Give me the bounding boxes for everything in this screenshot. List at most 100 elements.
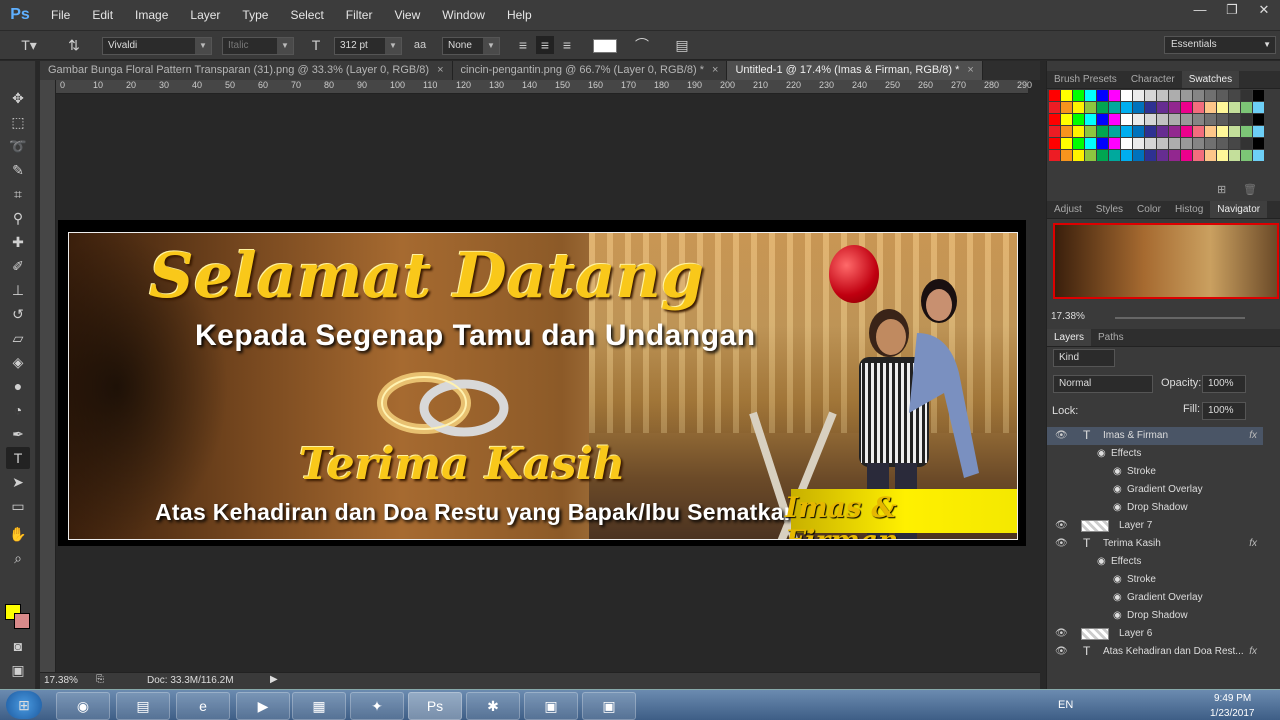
swatch-cell[interactable] xyxy=(1240,113,1252,125)
layer-row[interactable]: ◉ Gradient Overlay xyxy=(1047,481,1263,499)
swatch-cell[interactable] xyxy=(1156,89,1168,101)
swatch-cell[interactable] xyxy=(1120,113,1132,125)
tab-character[interactable]: Character xyxy=(1124,71,1182,88)
align-center-icon[interactable]: ≡ xyxy=(536,36,554,54)
swatch-cell[interactable] xyxy=(1072,125,1084,137)
swatch-cell[interactable] xyxy=(1204,149,1216,161)
tab-brush-presets[interactable]: Brush Presets xyxy=(1047,71,1124,88)
effect-eye-icon[interactable]: ◉ xyxy=(1113,481,1122,499)
swatch-cell[interactable] xyxy=(1144,149,1156,161)
align-right-icon[interactable]: ≡ xyxy=(558,36,576,54)
swatch-cell[interactable] xyxy=(1120,101,1132,113)
path-select-tool-icon[interactable]: ➤ xyxy=(6,471,30,493)
swatch-cell[interactable] xyxy=(1228,89,1240,101)
quick-select-tool-icon[interactable]: ✎ xyxy=(6,159,30,181)
visibility-eye-icon[interactable]: 👁 xyxy=(1055,517,1068,535)
swatch-cell[interactable] xyxy=(1228,149,1240,161)
app-taskbar-icon[interactable]: ✦ xyxy=(350,692,404,720)
tab-styles[interactable]: Styles xyxy=(1089,201,1130,218)
layer-filter-select[interactable]: Kind xyxy=(1053,349,1115,367)
ie-taskbar-icon[interactable]: e xyxy=(176,692,230,720)
swatch-cell[interactable] xyxy=(1252,89,1264,101)
calendar-taskbar-icon[interactable]: ▦ xyxy=(292,692,346,720)
effect-eye-icon[interactable]: ◉ xyxy=(1113,571,1122,589)
layer-row[interactable]: ◉ Stroke xyxy=(1047,463,1263,481)
layer-row[interactable]: ◉ Gradient Overlay xyxy=(1047,589,1263,607)
swatch-cell[interactable] xyxy=(1156,125,1168,137)
effect-eye-icon[interactable]: ◉ xyxy=(1113,589,1122,607)
swatch-cell[interactable] xyxy=(1228,113,1240,125)
swatch-cell[interactable] xyxy=(1108,89,1120,101)
swatch-cell[interactable] xyxy=(1168,113,1180,125)
menu-layer[interactable]: Layer xyxy=(179,0,231,30)
type-tool-icon[interactable]: T xyxy=(6,447,30,469)
fx-icon[interactable]: fx xyxy=(1249,427,1257,445)
swatch-cell[interactable] xyxy=(1180,149,1192,161)
swatch-cell[interactable] xyxy=(1072,113,1084,125)
swatch-cell[interactable] xyxy=(1204,125,1216,137)
menu-filter[interactable]: Filter xyxy=(335,0,384,30)
menu-help[interactable]: Help xyxy=(496,0,543,30)
close-button[interactable]: ✕ xyxy=(1248,0,1280,22)
swatch-cell[interactable] xyxy=(1108,137,1120,149)
swatch-cell[interactable] xyxy=(1120,137,1132,149)
layer-row[interactable]: 👁 T Terima Kasih fx xyxy=(1047,535,1263,553)
swatch-cell[interactable] xyxy=(1096,113,1108,125)
swatch-cell[interactable] xyxy=(1216,137,1228,149)
swatch-cell[interactable] xyxy=(1144,113,1156,125)
swatch-cell[interactable] xyxy=(1120,125,1132,137)
swatch-cell[interactable] xyxy=(1240,89,1252,101)
swatch-cell[interactable] xyxy=(1096,101,1108,113)
swatch-cell[interactable] xyxy=(1156,149,1168,161)
swatch-cell[interactable] xyxy=(1252,113,1264,125)
start-button[interactable]: ⊞ xyxy=(6,691,42,719)
language-indicator[interactable]: EN xyxy=(1058,699,1073,711)
swatch-cell[interactable] xyxy=(1180,113,1192,125)
navigator-zoom-slider[interactable] xyxy=(1115,317,1245,319)
close-icon[interactable]: × xyxy=(712,64,718,76)
pdf-taskbar-icon[interactable]: ✱ xyxy=(466,692,520,720)
move-tool-icon[interactable]: ✥ xyxy=(6,87,30,109)
blend-mode-select[interactable]: Normal xyxy=(1053,375,1153,393)
swatch-cell[interactable] xyxy=(1132,125,1144,137)
swatch-cell[interactable] xyxy=(1144,137,1156,149)
crop-tool-icon[interactable]: ⌗ xyxy=(6,183,30,205)
status-menu-icon[interactable]: ▶ xyxy=(270,674,278,685)
swatch-cell[interactable] xyxy=(1048,137,1060,149)
fx-icon[interactable]: fx xyxy=(1249,643,1257,661)
swatch-cell[interactable] xyxy=(1192,125,1204,137)
effects-eye-icon[interactable]: ◉ xyxy=(1097,553,1106,571)
character-panel-icon[interactable]: ▤ xyxy=(672,36,692,54)
swatch-cell[interactable] xyxy=(1132,137,1144,149)
fx-icon[interactable]: fx xyxy=(1249,535,1257,553)
quick-mask-icon[interactable]: ◙ xyxy=(6,635,30,657)
swatch-cell[interactable] xyxy=(1192,149,1204,161)
firefox-taskbar-icon[interactable]: ◉ xyxy=(56,692,110,720)
menu-view[interactable]: View xyxy=(383,0,431,30)
menu-type[interactable]: Type xyxy=(231,0,279,30)
swatch-cell[interactable] xyxy=(1204,113,1216,125)
swatch-cell[interactable] xyxy=(1072,101,1084,113)
swatch-cell[interactable] xyxy=(1144,125,1156,137)
effect-eye-icon[interactable]: ◉ xyxy=(1113,463,1122,481)
photoshop-taskbar-icon[interactable]: Ps xyxy=(408,692,462,720)
swatch-cell[interactable] xyxy=(1048,89,1060,101)
menu-window[interactable]: Window xyxy=(431,0,496,30)
visibility-eye-icon[interactable]: 👁 xyxy=(1055,643,1068,661)
swatch-cell[interactable] xyxy=(1084,89,1096,101)
clock-date[interactable]: 1/23/2017 xyxy=(1210,708,1255,719)
toggle-orientation-icon[interactable]: ⇅ xyxy=(64,36,84,54)
swatch-cell[interactable] xyxy=(1060,137,1072,149)
clock-time[interactable]: 9:49 PM xyxy=(1214,693,1251,704)
swatch-cell[interactable] xyxy=(1216,125,1228,137)
swatch-cell[interactable] xyxy=(1072,149,1084,161)
menu-select[interactable]: Select xyxy=(279,0,334,30)
text-color-swatch[interactable] xyxy=(593,39,617,53)
swatch-cell[interactable] xyxy=(1132,101,1144,113)
swatch-cell[interactable] xyxy=(1072,137,1084,149)
marquee-tool-icon[interactable]: ⬚ xyxy=(6,111,30,133)
layer-row[interactable]: ◉ Stroke xyxy=(1047,571,1263,589)
swatch-cell[interactable] xyxy=(1168,137,1180,149)
healing-brush-tool-icon[interactable]: ✚ xyxy=(6,231,30,253)
swatch-cell[interactable] xyxy=(1120,89,1132,101)
